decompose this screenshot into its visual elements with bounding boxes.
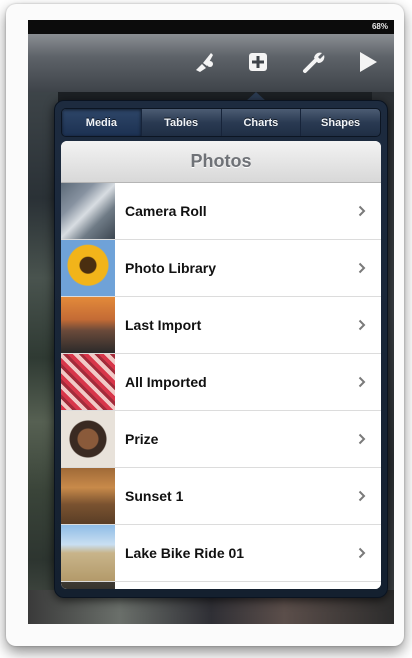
play-button[interactable] [354, 48, 382, 76]
status-bar: 68% [28, 20, 394, 34]
album-label: Sunset 1 [125, 488, 184, 504]
chevron-right-icon [353, 490, 371, 502]
media-popover: Media Tables Charts Shapes Photos Camera… [54, 100, 388, 598]
album-label: All Imported [125, 374, 207, 390]
album-row-partial[interactable] [61, 582, 381, 589]
paintbrush-icon [196, 53, 213, 72]
chevron-right-icon [353, 262, 371, 274]
album-row-last-import[interactable]: Last Import [61, 297, 381, 354]
photos-panel: Photos Camera Roll Photo Library Last Im… [61, 141, 381, 589]
insert-button[interactable] [244, 48, 272, 76]
album-thumbnail [61, 411, 115, 467]
play-icon [360, 52, 377, 72]
album-label: Camera Roll [125, 203, 207, 219]
album-thumbnail [61, 582, 115, 589]
tab-shapes[interactable]: Shapes [301, 109, 380, 136]
album-label: Prize [125, 431, 159, 447]
tab-tables[interactable]: Tables [142, 109, 222, 136]
paintbrush-button[interactable] [190, 48, 218, 76]
chevron-right-icon [353, 319, 371, 331]
album-label: Last Import [125, 317, 202, 333]
chevron-right-icon [353, 205, 371, 217]
album-thumbnail [61, 354, 115, 410]
album-row-photo-library[interactable]: Photo Library [61, 240, 381, 297]
settings-button[interactable] [300, 48, 328, 76]
photos-title: Photos [61, 141, 381, 183]
tab-charts[interactable]: Charts [222, 109, 302, 136]
album-thumbnail [61, 183, 115, 239]
album-thumbnail [61, 525, 115, 581]
chevron-right-icon [353, 376, 371, 388]
album-thumbnail [61, 468, 115, 524]
tab-media[interactable]: Media [62, 109, 142, 136]
media-tabs: Media Tables Charts Shapes [61, 108, 381, 137]
toolbar [28, 34, 394, 92]
chevron-right-icon [353, 433, 371, 445]
album-row-prize[interactable]: Prize [61, 411, 381, 468]
album-row-lake-bike-ride-01[interactable]: Lake Bike Ride 01 [61, 525, 381, 582]
chevron-right-icon [353, 547, 371, 559]
album-thumbnail [61, 240, 115, 296]
album-row-sunset-1[interactable]: Sunset 1 [61, 468, 381, 525]
wrench-icon [303, 52, 325, 73]
album-thumbnail [61, 297, 115, 353]
album-label: Photo Library [125, 260, 217, 276]
ipad-screen: 68% Media Tables Charts Shapes Photos Ca… [28, 20, 394, 624]
battery-percentage: 68% [371, 22, 388, 31]
album-row-camera-roll[interactable]: Camera Roll [61, 183, 381, 240]
album-label: Lake Bike Ride 01 [125, 545, 245, 561]
add-icon [249, 53, 267, 71]
album-row-all-imported[interactable]: All Imported [61, 354, 381, 411]
